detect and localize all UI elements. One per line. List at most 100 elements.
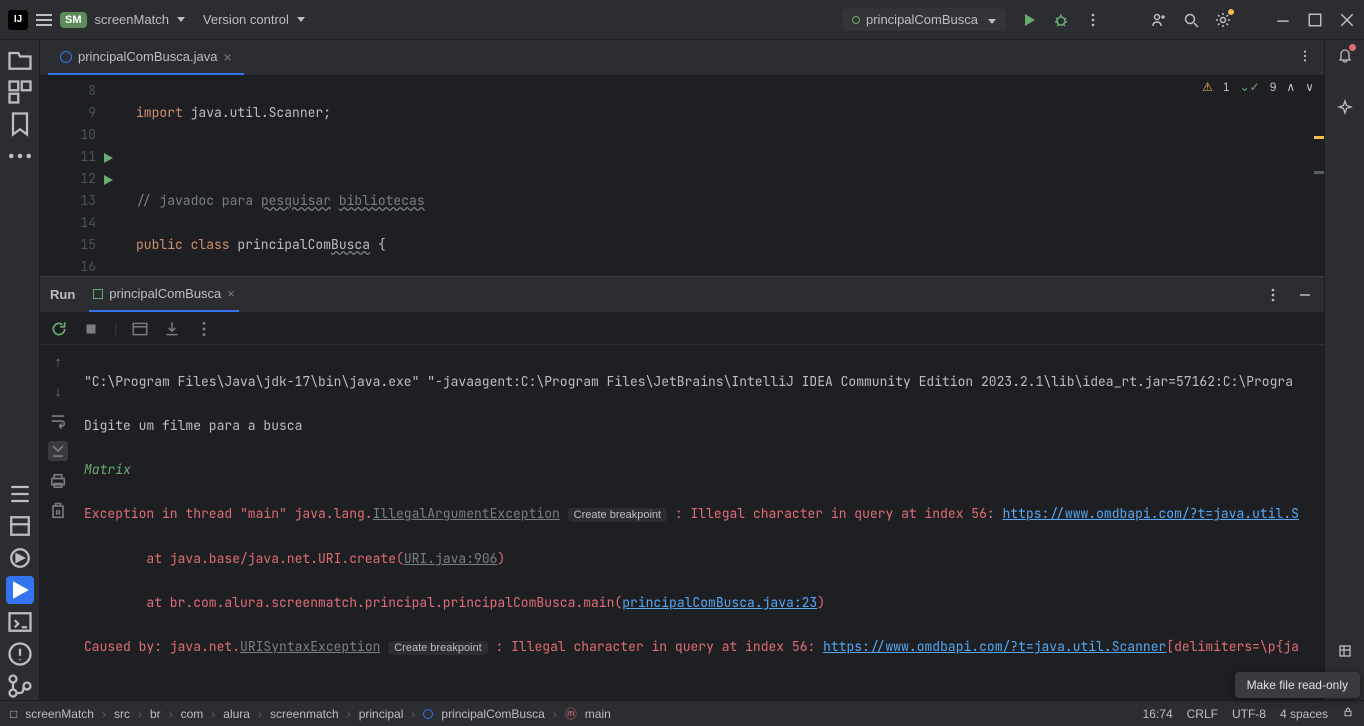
run-panel-header: Run principalComBusca × <box>40 277 1324 313</box>
print-button[interactable] <box>48 471 68 491</box>
console-output[interactable]: "C:\Program Files\Java\jdk-17\bin\java.e… <box>76 345 1324 671</box>
stop-button[interactable] <box>82 320 100 338</box>
project-badge: SM <box>60 12 87 28</box>
statusbar: □ screenMatch› src› br› com› alura› scre… <box>0 700 1364 726</box>
terminal-tool-button[interactable] <box>6 608 34 636</box>
project-dropdown[interactable]: screenMatch <box>95 12 185 27</box>
editor-tab[interactable]: principalComBusca.java × <box>48 40 244 75</box>
run-body: ↑ ↓ "C:\Program Files\Java\jdk-17\bin\ja… <box>40 345 1324 671</box>
readonly-toggle[interactable] <box>1342 706 1354 721</box>
run-toolbar: | <box>40 313 1324 345</box>
breadcrumb-item[interactable]: com <box>181 707 204 721</box>
project-tool-button[interactable] <box>6 46 34 74</box>
create-breakpoint-button[interactable]: Create breakpoint <box>568 508 667 522</box>
left-tool-stripe <box>0 40 40 700</box>
right-tool-stripe <box>1324 40 1364 700</box>
todo-tool-button[interactable] <box>6 480 34 508</box>
gutter-run-icon[interactable] <box>102 171 114 193</box>
gutter: 8 9 10 11 12 13 14 15 16 17 <box>40 76 106 276</box>
rerun-button[interactable] <box>50 320 68 338</box>
breadcrumb-item[interactable]: principal <box>359 707 404 721</box>
editor-tab-label: principalComBusca.java <box>78 49 217 64</box>
vcs-menu[interactable]: Version control <box>203 12 305 27</box>
breadcrumb-item[interactable]: br <box>150 707 161 721</box>
code-with-me-button[interactable] <box>1150 11 1168 29</box>
gutter-run-icon[interactable] <box>102 149 114 171</box>
run-tool-button[interactable] <box>6 576 34 604</box>
hide-run-panel[interactable] <box>1296 286 1314 304</box>
run-tab-icon <box>93 289 103 299</box>
breadcrumb-item[interactable]: screenmatch <box>270 707 339 721</box>
readonly-tooltip: Make file read-only <box>1235 672 1360 698</box>
breadcrumb-item[interactable]: screenMatch <box>25 707 94 721</box>
main-area: principalComBusca.java × 8 9 10 11 12 13… <box>0 40 1364 700</box>
database-tool-button[interactable] <box>1336 642 1354 660</box>
problems-tool-button[interactable] <box>6 640 34 668</box>
prev-highlight-icon[interactable]: ∧ <box>1286 80 1295 94</box>
overview-ruler[interactable] <box>1312 76 1324 276</box>
layout-button[interactable] <box>131 320 149 338</box>
settings-button[interactable] <box>1214 11 1232 29</box>
maximize-button[interactable] <box>1306 11 1324 29</box>
line-separator[interactable]: CRLF <box>1187 707 1218 721</box>
inspections-widget[interactable]: ⚠1 ⌄✓9 ∧ ∨ <box>1202 80 1314 94</box>
editor-tabs: principalComBusca.java × <box>40 40 1324 76</box>
close-button[interactable] <box>1338 11 1356 29</box>
debug-button[interactable] <box>1052 11 1070 29</box>
main-menu-button[interactable] <box>36 14 52 26</box>
breadcrumb-item[interactable]: alura <box>223 707 250 721</box>
search-button[interactable] <box>1182 11 1200 29</box>
breadcrumb-item[interactable]: principalComBusca <box>441 707 544 721</box>
weak-warning-icon: ⌄✓ <box>1240 80 1260 94</box>
more-tools-button[interactable] <box>6 142 34 170</box>
bookmarks-tool-button[interactable] <box>6 110 34 138</box>
class-icon <box>423 709 433 719</box>
run-panel: Run principalComBusca × | <box>40 276 1324 671</box>
export-button[interactable] <box>163 320 181 338</box>
file-encoding[interactable]: UTF-8 <box>1232 707 1266 721</box>
cursor-position[interactable]: 16:74 <box>1143 707 1173 721</box>
java-class-icon <box>60 51 72 63</box>
titlebar: IJ SM screenMatch Version control princi… <box>0 0 1364 40</box>
console-link[interactable]: https://www.omdbapi.com/?t=java.util.Sca… <box>823 638 1166 655</box>
code-area[interactable]: import java.util.Scanner; // javadoc par… <box>106 76 1312 276</box>
ai-assistant-button[interactable] <box>1336 98 1354 116</box>
services-tool-button[interactable] <box>6 544 34 572</box>
method-icon: ⓜ <box>565 705 577 722</box>
vcs-tool-button[interactable] <box>6 672 34 700</box>
clear-button[interactable] <box>48 501 68 521</box>
run-config-selector[interactable]: principalComBusca <box>842 8 1006 31</box>
minimize-button[interactable] <box>1274 11 1292 29</box>
close-tab-button[interactable]: × <box>223 49 231 65</box>
notifications-button[interactable] <box>1336 46 1354 64</box>
console-toolbar: ↑ ↓ <box>40 345 76 671</box>
structure-tool-button[interactable] <box>6 78 34 106</box>
run-panel-more[interactable] <box>1264 286 1282 304</box>
console-link[interactable]: URI.java:906 <box>404 550 498 567</box>
build-tool-button[interactable] <box>6 512 34 540</box>
run-config-icon <box>852 16 860 24</box>
more-actions-button[interactable] <box>1084 11 1102 29</box>
down-stack-button[interactable]: ↓ <box>48 381 68 401</box>
run-panel-label: Run <box>50 287 75 302</box>
console-link[interactable]: principalComBusca.java:23 <box>622 594 817 611</box>
editor[interactable]: 8 9 10 11 12 13 14 15 16 17 import java.… <box>40 76 1324 276</box>
up-stack-button[interactable]: ↑ <box>48 351 68 371</box>
console-link[interactable]: https://www.omdbapi.com/?t=java.util.S <box>1003 505 1299 522</box>
run-tab[interactable]: principalComBusca × <box>89 277 239 312</box>
scroll-end-button[interactable] <box>48 441 68 461</box>
chevron-down-icon <box>984 12 996 27</box>
ide-logo: IJ <box>8 10 28 30</box>
indent-widget[interactable]: 4 spaces <box>1280 707 1328 721</box>
breadcrumb-root-icon: □ <box>10 707 17 721</box>
editor-tab-more[interactable] <box>1298 49 1324 66</box>
breadcrumb-item[interactable]: main <box>585 707 611 721</box>
run-button[interactable] <box>1020 11 1038 29</box>
soft-wrap-button[interactable] <box>48 411 68 431</box>
run-more-button[interactable] <box>195 320 213 338</box>
warning-icon: ⚠ <box>1202 80 1213 94</box>
breadcrumb-item[interactable]: src <box>114 707 130 721</box>
close-run-tab[interactable]: × <box>227 286 235 301</box>
run-config-label: principalComBusca <box>866 12 978 27</box>
create-breakpoint-button[interactable]: Create breakpoint <box>388 641 487 655</box>
